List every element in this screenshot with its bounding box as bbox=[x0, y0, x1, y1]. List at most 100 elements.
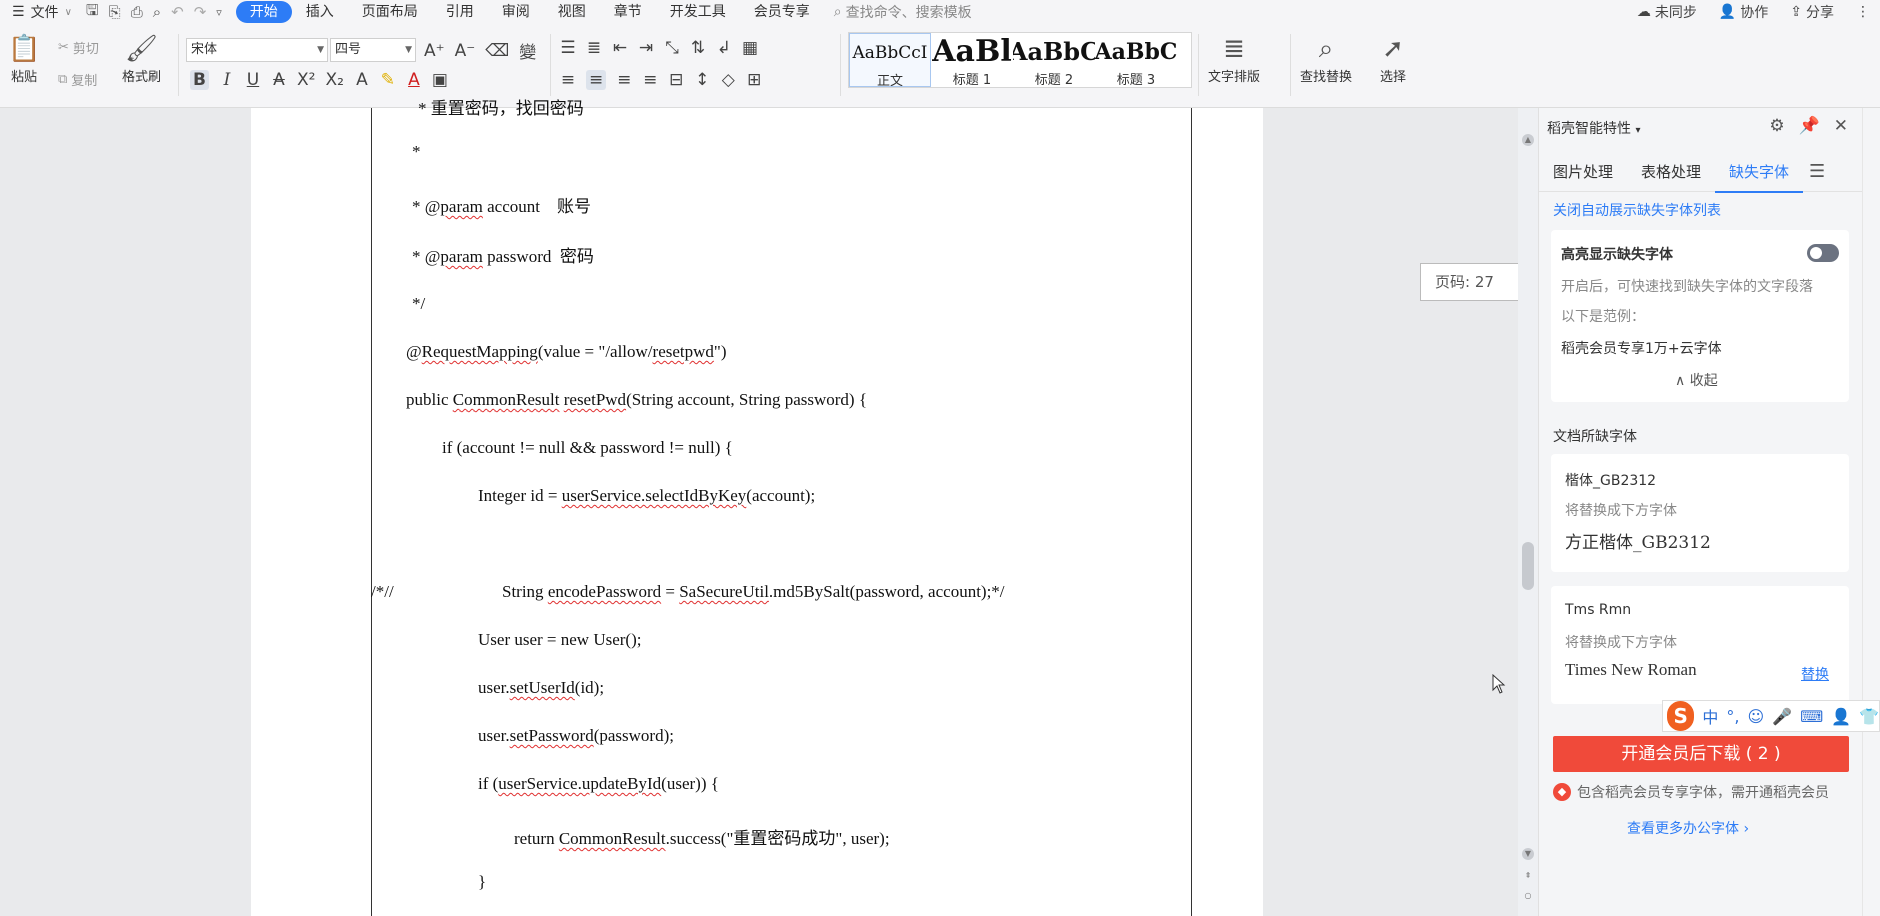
file-menu[interactable]: ☰ 文件 ∨ bbox=[0, 0, 72, 24]
replace-link[interactable]: 替换 bbox=[1801, 664, 1829, 684]
pane-tab[interactable]: 图片处理 bbox=[1539, 152, 1627, 192]
shading-icon[interactable]: ◇ bbox=[720, 70, 736, 90]
emoji-icon[interactable]: ☺ bbox=[1747, 707, 1764, 726]
phonetic-icon[interactable]: 變 bbox=[519, 38, 536, 63]
paste-button[interactable]: 📋 粘贴 bbox=[8, 32, 40, 85]
scroll-up-icon[interactable]: ▲ bbox=[1522, 134, 1534, 146]
code-line[interactable]: * 重置密码，找回密码 bbox=[418, 94, 584, 119]
code-line[interactable]: user.setUserId(id); bbox=[478, 678, 604, 698]
numbered-list-icon[interactable]: ≣ bbox=[586, 38, 602, 58]
export-pdf-icon[interactable]: ⎘ bbox=[109, 3, 121, 21]
code-line[interactable]: * @param password 密码 bbox=[412, 242, 594, 267]
text-effect-icon[interactable]: A bbox=[354, 70, 370, 90]
code-line[interactable]: * @param account 账号 bbox=[412, 192, 591, 217]
code-line[interactable]: } bbox=[478, 872, 486, 892]
ime-mode[interactable]: 中 bbox=[1702, 704, 1718, 728]
collapse-button[interactable]: ∧ 收起 bbox=[1675, 370, 1718, 390]
highlight-icon[interactable]: ✎ bbox=[380, 70, 396, 90]
scrollbar-thumb[interactable] bbox=[1522, 542, 1534, 590]
ribbon-tab[interactable]: 会员专享 bbox=[740, 1, 824, 23]
skin-icon[interactable]: 👕 bbox=[1859, 707, 1879, 726]
code-line[interactable]: String encodePassword = SaSecureUtil.md5… bbox=[502, 582, 1005, 602]
line-spacing-icon[interactable]: ↕ bbox=[694, 70, 710, 90]
ribbon-tab[interactable]: 引用 bbox=[432, 1, 488, 23]
print-icon[interactable]: ⎙ bbox=[131, 3, 143, 21]
document-page[interactable]: * 重置密码，找回密码 * * @param account 账号 * @param … bbox=[251, 99, 1263, 916]
code-line[interactable]: if (account != null && password != null)… bbox=[442, 438, 733, 458]
underline-icon[interactable]: U bbox=[245, 70, 261, 90]
copy-button[interactable]: ⧉ 复制 bbox=[58, 70, 97, 89]
pane-title-dropdown[interactable]: 稻壳智能特性 ▾ bbox=[1547, 118, 1640, 138]
text-layout-button[interactable]: ≣ 文字排版 bbox=[1208, 32, 1260, 85]
code-line[interactable]: if (userService.updateById(user)) { bbox=[478, 774, 719, 794]
ime-punctuation[interactable]: °, bbox=[1726, 707, 1739, 726]
format-painter-button[interactable]: 🖌 格式刷 bbox=[122, 32, 161, 85]
style-item[interactable]: AaBbCcI 正文 bbox=[849, 33, 931, 87]
shrink-font-icon[interactable]: A⁻ bbox=[455, 41, 476, 61]
ribbon-tab[interactable]: 页面布局 bbox=[348, 1, 432, 23]
code-line[interactable]: */ bbox=[412, 294, 425, 314]
share-button[interactable]: ⇪ 分享 bbox=[1790, 2, 1834, 22]
save-icon[interactable]: 🖫 bbox=[86, 0, 99, 25]
scroll-down-icon[interactable]: ▼ bbox=[1522, 848, 1534, 860]
text-direction-icon[interactable]: ⤡ bbox=[664, 38, 680, 58]
font-size-select[interactable]: 四号 ▼ bbox=[330, 38, 416, 62]
tab-menu-icon[interactable]: ☰ bbox=[1809, 161, 1825, 182]
ime-logo-icon[interactable]: S bbox=[1667, 701, 1695, 731]
line-break-icon[interactable]: ↲ bbox=[716, 38, 732, 58]
code-line[interactable]: user.setPassword(password); bbox=[478, 726, 674, 746]
ribbon-tab[interactable]: 开始 bbox=[235, 1, 292, 23]
cut-button[interactable]: ✂ 剪切 bbox=[58, 38, 99, 57]
microphone-icon[interactable]: 🎤 bbox=[1772, 707, 1792, 726]
print-preview-icon[interactable]: ⌕ bbox=[153, 3, 161, 21]
ribbon-tab[interactable]: 视图 bbox=[544, 1, 600, 23]
code-line[interactable]: return CommonResult.success("重置密码成功", us… bbox=[514, 824, 890, 849]
highlight-toggle[interactable] bbox=[1807, 244, 1839, 262]
keyboard-icon[interactable]: ⌨ bbox=[1800, 707, 1823, 726]
user-icon[interactable]: 👤 bbox=[1831, 707, 1851, 726]
customize-toolbar-icon[interactable]: ▿ bbox=[216, 6, 222, 19]
pin-icon[interactable]: 📌 bbox=[1799, 116, 1820, 136]
more-icon[interactable]: ⋮ bbox=[1856, 4, 1870, 20]
close-auto-display-link[interactable]: 关闭自动展示缺失字体列表 bbox=[1553, 200, 1721, 220]
grow-font-icon[interactable]: A⁺ bbox=[424, 41, 445, 61]
redo-icon[interactable]: ↷ bbox=[194, 3, 207, 21]
code-line[interactable]: /*// bbox=[371, 582, 394, 602]
ribbon-tab[interactable]: 开发工具 bbox=[656, 1, 740, 23]
download-after-vip-button[interactable]: 开通会员后下载 ( 2 ) bbox=[1553, 736, 1849, 772]
font-color-icon[interactable]: A bbox=[406, 70, 422, 90]
char-border-icon[interactable]: ▣ bbox=[432, 70, 448, 90]
collab-button[interactable]: 👤 协作 bbox=[1719, 2, 1768, 22]
code-line[interactable]: * bbox=[412, 142, 421, 162]
justify-icon[interactable]: ≡ bbox=[642, 70, 658, 90]
clear-format-icon[interactable]: ⌫ bbox=[485, 41, 509, 61]
command-search[interactable]: ⌕ 查找命令、搜索模板 bbox=[834, 2, 972, 22]
style-item[interactable]: AaBbC 标题 3 bbox=[1095, 33, 1177, 87]
close-icon[interactable]: ✕ bbox=[1834, 116, 1848, 136]
bullet-list-icon[interactable]: ☰ bbox=[560, 38, 576, 58]
italic-icon[interactable]: I bbox=[219, 70, 235, 90]
align-left-icon[interactable]: ≡ bbox=[560, 70, 576, 90]
increase-indent-icon[interactable]: ⇥ bbox=[638, 38, 654, 58]
gear-icon[interactable]: ⚙ bbox=[1769, 116, 1784, 136]
undo-icon[interactable]: ↶ bbox=[171, 3, 184, 21]
code-line[interactable]: @RequestMapping(value = "/allow/resetpwd… bbox=[406, 342, 727, 362]
strikethrough-icon[interactable]: A bbox=[271, 70, 287, 90]
style-item[interactable]: AaBl 标题 1 bbox=[931, 33, 1013, 87]
find-replace-button[interactable]: ⌕ 查找替换 bbox=[1300, 32, 1352, 85]
document-area[interactable]: * 重置密码，找回密码 * * @param account 账号 * @param … bbox=[0, 99, 1530, 916]
font-name-select[interactable]: 宋体 ▼ bbox=[186, 38, 328, 62]
borders-icon[interactable]: ⊞ bbox=[746, 70, 762, 90]
pane-tab[interactable]: 缺失字体 bbox=[1715, 152, 1804, 193]
table-of-contents-icon[interactable]: ▦ bbox=[742, 38, 758, 58]
style-item[interactable]: AaBbC 标题 2 bbox=[1013, 33, 1095, 87]
decrease-indent-icon[interactable]: ⇤ bbox=[612, 38, 628, 58]
ribbon-tab[interactable]: 插入 bbox=[292, 1, 348, 23]
code-line[interactable]: User user = new User(); bbox=[478, 630, 641, 650]
superscript-icon[interactable]: X² bbox=[297, 70, 315, 90]
align-center-icon[interactable]: ≡ bbox=[586, 70, 607, 90]
sort-icon[interactable]: ⇅ bbox=[690, 38, 706, 58]
subscript-icon[interactable]: X₂ bbox=[325, 70, 343, 90]
align-right-icon[interactable]: ≡ bbox=[616, 70, 632, 90]
bold-icon[interactable]: B bbox=[190, 70, 209, 90]
